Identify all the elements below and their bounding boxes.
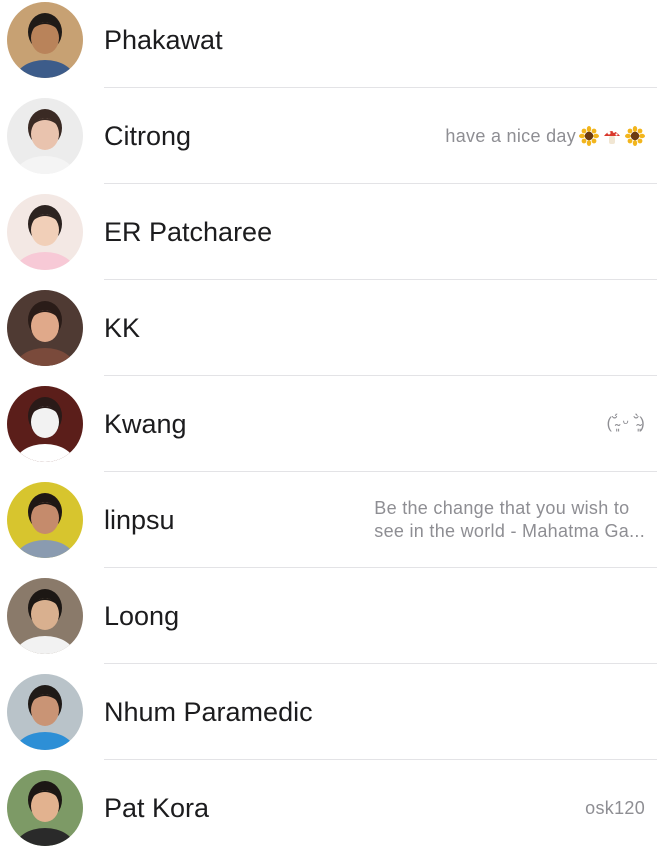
contact-name: linpsu (104, 505, 175, 535)
contact-name: Nhum Paramedic (104, 697, 313, 727)
status-message: have a nice day (445, 88, 645, 184)
avatar[interactable] (7, 386, 83, 462)
sunflower-icon (579, 126, 599, 146)
mushroom-icon (602, 126, 622, 146)
contact-row-loong[interactable]: Loong (0, 568, 657, 664)
avatar-photo (7, 290, 83, 366)
status-line-2: see in the world - Mahatma Ga... (374, 521, 645, 541)
contact-list: Phakawat Citrong have a nice day ER Patc… (0, 0, 657, 856)
avatar-photo (7, 2, 83, 78)
contact-row-linpsu[interactable]: linpsu Be the change that you wish to se… (0, 472, 657, 568)
avatar[interactable] (7, 674, 83, 750)
sunflower-icon (625, 126, 645, 146)
avatar-photo (7, 674, 83, 750)
avatar[interactable] (7, 578, 83, 654)
avatar[interactable] (7, 98, 83, 174)
status-message: osk120 (585, 760, 645, 856)
avatar[interactable] (7, 2, 83, 78)
status-line-1: Be the change that you wish to (374, 498, 630, 518)
contact-row-pat-kora[interactable]: Pat Kora osk120 (0, 760, 657, 856)
status-text: (˘̴͈́ ᵕ ˘̴͈̀) (606, 415, 645, 432)
contact-name: ER Patcharee (104, 217, 273, 247)
contact-name: Phakawat (104, 25, 223, 55)
status-message: (˘̴͈́ ᵕ ˘̴͈̀) (607, 376, 645, 472)
contact-row-kwang[interactable]: Kwang (˘̴͈́ ᵕ ˘̴͈̀) (0, 376, 657, 472)
status-text: osk120 (585, 797, 645, 818)
contact-name: Kwang (104, 409, 187, 439)
avatar[interactable] (7, 482, 83, 558)
contact-name: KK (104, 313, 141, 343)
contact-row-nhum-paramedic[interactable]: Nhum Paramedic (0, 664, 657, 760)
avatar[interactable] (7, 290, 83, 366)
avatar[interactable] (7, 194, 83, 270)
contact-row-phakawat[interactable]: Phakawat (0, 0, 657, 88)
avatar[interactable] (7, 770, 83, 846)
avatar-photo (7, 386, 83, 462)
contact-row-kk[interactable]: KK (0, 280, 657, 376)
avatar-photo (7, 578, 83, 654)
contact-row-er-patcharee[interactable]: ER Patcharee (0, 184, 657, 280)
status-message: Be the change that you wish to see in th… (345, 472, 645, 568)
avatar-photo (7, 770, 83, 846)
avatar-photo (7, 482, 83, 558)
contact-name: Loong (104, 601, 180, 631)
status-text: have a nice day (445, 125, 576, 146)
avatar-photo (7, 98, 83, 174)
avatar-photo (7, 194, 83, 270)
contact-row-citrong[interactable]: Citrong have a nice day (0, 88, 657, 184)
contact-name: Citrong (104, 121, 192, 151)
contact-name: Pat Kora (104, 793, 210, 823)
